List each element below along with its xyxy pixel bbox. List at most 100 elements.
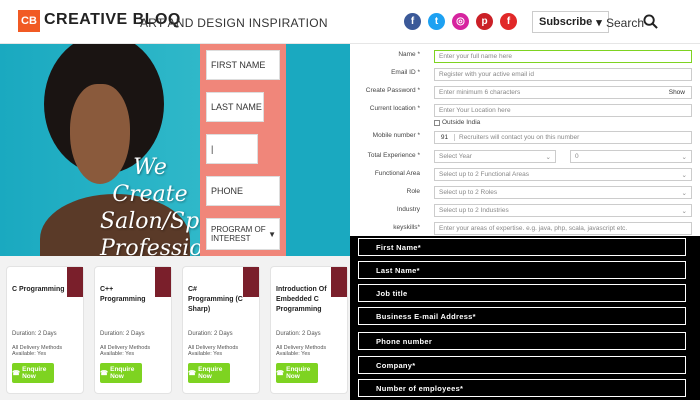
site-header: CB CREATIVE BLOQ ART AND DESIGN INSPIRAT…	[0, 0, 700, 44]
experience-month-select[interactable]: 0 ⌄	[570, 150, 692, 163]
lead-form-field[interactable]: Business E-mail Address*	[358, 307, 686, 325]
course-card[interactable]: C Programming Duration: 2 Days All Deliver…	[6, 266, 84, 394]
keyskills-label: keyskills*	[393, 224, 420, 231]
outside-india-option[interactable]: Outside India	[434, 119, 480, 126]
experience-year-value: Select Year	[439, 153, 472, 160]
lead-form-field[interactable]: Company*	[358, 356, 686, 374]
text-input[interactable]: |	[206, 134, 258, 164]
course-title[interactable]: C Programming	[12, 285, 68, 295]
lead-form-field[interactable]: Number of employees*	[358, 379, 686, 397]
course-card[interactable]: Introduction Of Embedded C Programming Du…	[270, 266, 348, 394]
first-name-input[interactable]: FIRST NAME	[206, 50, 280, 80]
hero-title-line: We Create	[112, 155, 188, 207]
password-placeholder: Enter minimum 6 characters	[439, 89, 521, 96]
keyskills-input[interactable]: Enter your areas of expertise. e.g. java…	[434, 222, 692, 235]
enquire-label: Enquire Now	[22, 366, 47, 380]
registration-form: Name * Enter your full name here Email I…	[350, 44, 700, 240]
role-label: Role	[406, 188, 420, 195]
hero-banner: We Create Salon/Spa Professionals FIRST …	[0, 44, 350, 256]
search-icon[interactable]	[643, 14, 658, 29]
search-label[interactable]: Search	[606, 16, 644, 30]
checkbox[interactable]	[434, 119, 440, 126]
email-input[interactable]: Register with your active email id	[434, 68, 692, 81]
subscribe-button[interactable]: Subscribe ▾	[532, 11, 609, 33]
course-duration: Duration: 2 Days	[12, 331, 57, 337]
phone-input[interactable]: PHONE	[206, 176, 280, 206]
email-label: Email ID *	[391, 69, 420, 76]
logo-mark[interactable]: CB	[18, 10, 40, 32]
lead-form-field[interactable]: Phone number	[358, 332, 686, 350]
outside-india-label: Outside India	[442, 119, 481, 126]
course-card[interactable]: C# Programming (C Sharp) Duration: 2 Days…	[182, 266, 260, 394]
course-badge	[243, 267, 259, 297]
enquire-now-button[interactable]: ☎ Enquire Now	[100, 363, 142, 383]
experience-month-value: 0	[575, 153, 579, 160]
industry-placeholder: Select up to 2 Industries	[439, 207, 509, 214]
password-input[interactable]: Enter minimum 6 characters Show	[434, 86, 692, 99]
chevron-down-icon: ⌄	[681, 171, 687, 179]
subscribe-label: Subscribe	[539, 16, 593, 28]
hero-side-panel	[286, 44, 350, 256]
enquire-now-button[interactable]: ☎ Enquire Now	[188, 363, 230, 383]
functional-area-label: Functional Area	[374, 170, 420, 177]
course-title[interactable]: C# Programming (C Sharp)	[188, 285, 244, 315]
password-label: Create Password *	[365, 87, 420, 94]
experience-year-select[interactable]: Select Year ⌄	[434, 150, 556, 163]
facebook-icon[interactable]: f	[404, 13, 421, 30]
hero-signup-form: FIRST NAME LAST NAME | PHONE PROGRAM OF …	[200, 44, 286, 256]
enquire-now-button[interactable]: ☎ Enquire Now	[276, 363, 318, 383]
enquire-label: Enquire Now	[110, 366, 135, 380]
twitter-icon[interactable]: t	[428, 13, 445, 30]
program-select[interactable]: PROGRAM OF INTEREST ▼	[206, 218, 280, 250]
country-code[interactable]: 91	[435, 134, 455, 141]
lead-form-field[interactable]: Last Name*	[358, 261, 686, 279]
hero-title-line: Salon/Spa	[100, 209, 213, 234]
course-duration: Duration: 2 Days	[276, 331, 321, 337]
role-select[interactable]: Select up to 2 Roles ⌄	[434, 186, 692, 199]
chevron-down-icon: ⌄	[545, 153, 551, 161]
course-title[interactable]: Introduction Of Embedded C Programming	[276, 285, 332, 315]
hero-title-line: Professionals	[100, 236, 249, 256]
enquire-label: Enquire Now	[198, 366, 223, 380]
location-input[interactable]: Enter Your Location here	[434, 104, 692, 117]
lead-form-field[interactable]: Job title	[358, 284, 686, 302]
course-title[interactable]: C++ Programming	[100, 285, 156, 305]
hero-title: We Create Salon/Spa Professionals	[100, 154, 249, 256]
name-input[interactable]: Enter your full name here	[434, 50, 692, 63]
phone-icon: ☎	[188, 370, 197, 377]
phone-icon: ☎	[12, 370, 21, 377]
course-badge	[155, 267, 171, 297]
course-delivery: All Delivery Methods Available: Yes	[276, 345, 327, 357]
industry-label: Industry	[396, 206, 420, 213]
course-duration: Duration: 2 Days	[100, 331, 145, 337]
mobile-label: Mobile number *	[372, 132, 420, 139]
location-label: Current location *	[369, 105, 420, 112]
last-name-input[interactable]: LAST NAME	[206, 92, 264, 122]
flipboard-icon[interactable]: f	[500, 13, 517, 30]
mobile-placeholder: Recruiters will contact you on this numb…	[459, 134, 580, 141]
experience-label: Total Experience *	[367, 152, 420, 159]
course-duration: Duration: 2 Days	[188, 331, 233, 337]
lead-form-field[interactable]: First Name*	[358, 238, 686, 256]
program-select-value: PROGRAM OF INTEREST	[211, 225, 266, 243]
pinterest-icon[interactable]: p	[476, 13, 493, 30]
show-password-toggle[interactable]: Show	[669, 89, 685, 96]
industry-select[interactable]: Select up to 2 Industries ⌄	[434, 204, 692, 217]
lead-form: First Name* Last Name* Job title Business E…	[350, 236, 700, 400]
course-cards: C Programming Duration: 2 Days All Deliver…	[0, 256, 350, 400]
functional-area-select[interactable]: Select up to 2 Functional Areas ⌄	[434, 168, 692, 181]
functional-area-placeholder: Select up to 2 Functional Areas	[439, 171, 529, 178]
chevron-down-icon: ⌄	[681, 207, 687, 215]
enquire-now-button[interactable]: ☎ Enquire Now	[12, 363, 54, 383]
mobile-input[interactable]: 91 Recruiters will contact you on this nu…	[434, 131, 692, 144]
name-label: Name *	[398, 51, 420, 58]
course-delivery: All Delivery Methods Available: Yes	[100, 345, 151, 357]
course-delivery: All Delivery Methods Available: Yes	[12, 345, 63, 357]
course-card[interactable]: C++ Programming Duration: 2 Days All Deliv…	[94, 266, 172, 394]
role-placeholder: Select up to 2 Roles	[439, 189, 498, 196]
instagram-icon[interactable]: ◎	[452, 13, 469, 30]
chevron-down-icon: ⌄	[681, 189, 687, 197]
enquire-label: Enquire Now	[286, 366, 311, 380]
dropdown-arrow-icon: ▼	[268, 229, 276, 239]
tagline: ART AND DESIGN INSPIRATION	[140, 16, 328, 30]
